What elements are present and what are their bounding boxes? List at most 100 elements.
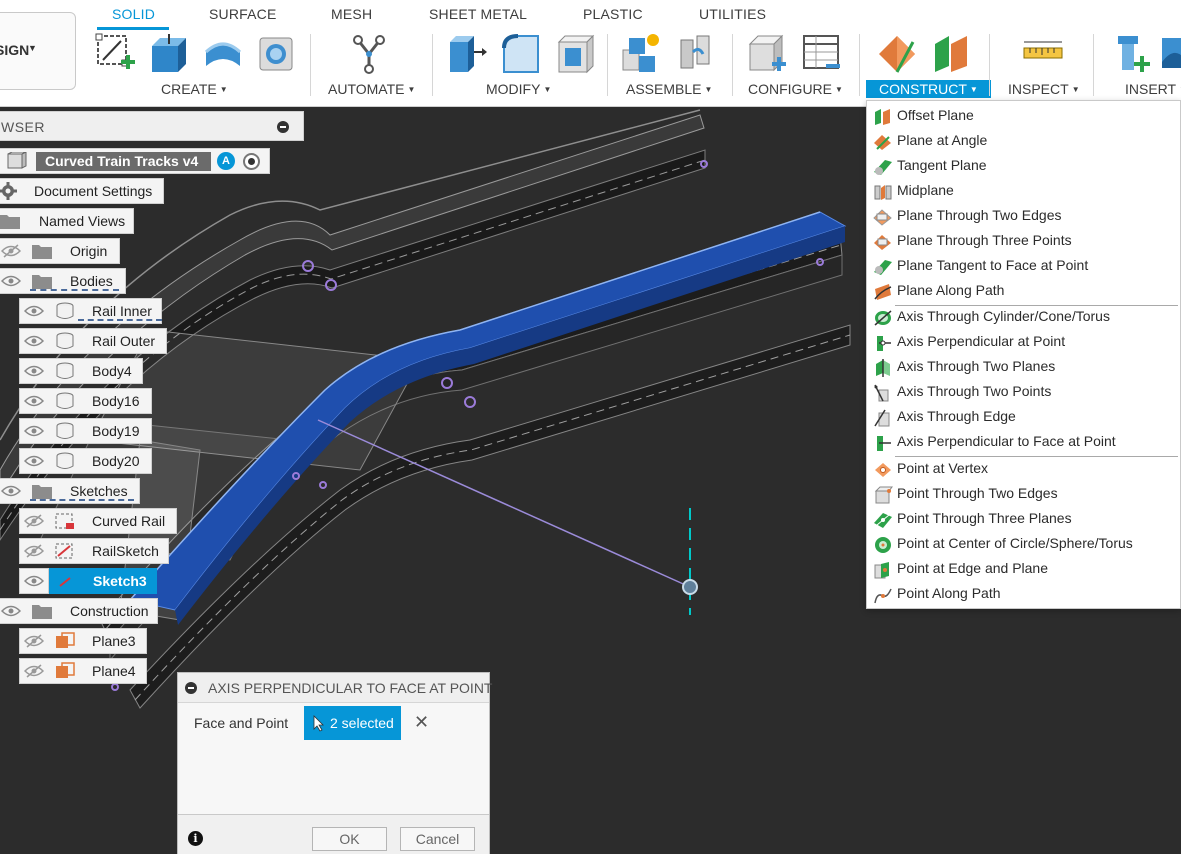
- fillet-icon[interactable]: [500, 32, 542, 74]
- eye-icon[interactable]: [24, 394, 44, 408]
- eye-hidden-icon[interactable]: [24, 634, 44, 648]
- insert-image-icon[interactable]: [1160, 32, 1181, 74]
- eye-hidden-icon[interactable]: [24, 514, 44, 528]
- automate-icon[interactable]: [348, 32, 390, 74]
- menu-item-axis-through-edge[interactable]: Axis Through Edge: [867, 405, 1180, 430]
- menu-item-point-at-center[interactable]: Point at Center of Circle/Sphere/Torus: [867, 532, 1180, 557]
- browser-node-construction[interactable]: Construction: [0, 598, 158, 624]
- menu-item-axis-through-two-points[interactable]: Axis Through Two Points: [867, 380, 1180, 405]
- eye-icon[interactable]: [24, 334, 44, 348]
- menu-item-point-at-edge-and-plane[interactable]: Point at Edge and Plane: [867, 557, 1180, 582]
- tab-sheet-metal[interactable]: SHEET METAL: [429, 6, 527, 22]
- browser-node-sketch3-eye-cell[interactable]: [19, 568, 49, 594]
- browser-node-bodies[interactable]: Bodies: [0, 268, 126, 294]
- activate-radio[interactable]: [243, 153, 260, 170]
- browser-node-rail-inner[interactable]: Rail Inner: [19, 298, 162, 324]
- menu-item-offset-plane[interactable]: Offset Plane: [867, 104, 1180, 129]
- construct-menu-button[interactable]: CONSTRUCT ▼: [866, 80, 991, 98]
- menu-item-plane-tangent-to-face-at-point[interactable]: Plane Tangent to Face at Point: [867, 254, 1180, 279]
- eye-icon[interactable]: [24, 304, 44, 318]
- menu-item-axis-through-two-planes[interactable]: Axis Through Two Planes: [867, 355, 1180, 380]
- divider: [732, 34, 733, 96]
- eye-icon[interactable]: [24, 574, 44, 588]
- eye-hidden-icon[interactable]: [1, 244, 21, 258]
- eye-icon[interactable]: [1, 274, 21, 288]
- menu-item-axis-through-cylinder[interactable]: Axis Through Cylinder/Cone/Torus: [867, 305, 1180, 330]
- menu-item-plane-through-three-points[interactable]: Plane Through Three Points: [867, 229, 1180, 254]
- press-pull-icon[interactable]: [446, 32, 488, 74]
- eye-icon[interactable]: [24, 424, 44, 438]
- ok-button[interactable]: OK: [312, 827, 387, 851]
- inspect-menu[interactable]: INSPECT ▼: [1008, 81, 1080, 97]
- menu-item-axis-perpendicular-at-point[interactable]: Axis Perpendicular at Point: [867, 330, 1180, 355]
- eye-hidden-icon[interactable]: [24, 664, 44, 678]
- menu-item-point-through-two-edges[interactable]: Point Through Two Edges: [867, 482, 1180, 507]
- revolve-icon[interactable]: [202, 32, 244, 74]
- insert-menu[interactable]: INSERT▼: [1125, 81, 1181, 97]
- measure-icon[interactable]: [1022, 32, 1064, 74]
- browser-node-body19[interactable]: Body19: [19, 418, 152, 444]
- shell-icon[interactable]: [555, 32, 597, 74]
- browser-root-component[interactable]: Curved Train Tracks v4 A: [0, 148, 270, 174]
- eye-icon[interactable]: [1, 604, 21, 618]
- configure-menu[interactable]: CONFIGURE ▼: [748, 81, 843, 97]
- browser-node-sketches[interactable]: Sketches: [0, 478, 140, 504]
- browser-node-named-views[interactable]: Named Views: [0, 208, 134, 234]
- menu-item-midplane[interactable]: Midplane: [867, 179, 1180, 204]
- plane-icon: [56, 632, 75, 648]
- browser-node-document-settings[interactable]: Document Settings: [0, 178, 164, 204]
- configure-icon[interactable]: [746, 32, 788, 74]
- browser-node-curved-rail[interactable]: Curved Rail: [19, 508, 177, 534]
- body-icon: [56, 362, 74, 379]
- menu-item-point-at-vertex[interactable]: Point at Vertex: [867, 457, 1180, 482]
- menu-item-point-through-three-planes[interactable]: Point Through Three Planes: [867, 507, 1180, 532]
- tab-mesh[interactable]: MESH: [331, 6, 372, 22]
- browser-node-rail-outer[interactable]: Rail Outer: [19, 328, 167, 354]
- axis-edge-icon: [874, 409, 890, 427]
- menu-item-plane-along-path[interactable]: Plane Along Path: [867, 279, 1180, 304]
- selected-point[interactable]: [682, 579, 698, 595]
- hole-icon[interactable]: [256, 32, 298, 74]
- create-menu[interactable]: CREATE ▼: [161, 81, 228, 97]
- browser-node-body4[interactable]: Body4: [19, 358, 143, 384]
- menu-item-point-along-path[interactable]: Point Along Path: [867, 582, 1180, 607]
- construct-plane-icon[interactable]: [931, 32, 973, 74]
- menu-item-axis-perpendicular-to-face-at-point[interactable]: Axis Perpendicular to Face at Point: [867, 430, 1180, 455]
- eye-hidden-icon[interactable]: [24, 544, 44, 558]
- assemble-menu[interactable]: ASSEMBLE ▼: [626, 81, 712, 97]
- tab-solid[interactable]: SOLID: [112, 6, 155, 22]
- face-and-point-selection-button[interactable]: 2 selected: [304, 706, 401, 740]
- tab-surface[interactable]: SURFACE: [209, 6, 277, 22]
- insert-mcmaster-icon[interactable]: [1112, 32, 1154, 74]
- extrude-icon[interactable]: [148, 32, 190, 74]
- configuration-table-icon[interactable]: [800, 32, 842, 74]
- menu-item-tangent-plane[interactable]: Tangent Plane: [867, 154, 1180, 179]
- new-component-icon[interactable]: [621, 32, 663, 74]
- node-label: Body16: [92, 393, 140, 409]
- eye-icon[interactable]: [24, 454, 44, 468]
- menu-item-plane-at-angle[interactable]: Plane at Angle: [867, 129, 1180, 154]
- eye-icon[interactable]: [1, 484, 21, 498]
- clear-selection-icon[interactable]: ✕: [414, 712, 429, 733]
- collapse-icon[interactable]: [185, 682, 197, 694]
- menu-item-plane-through-two-edges[interactable]: Plane Through Two Edges: [867, 204, 1180, 229]
- automate-menu[interactable]: AUTOMATE ▼: [328, 81, 415, 97]
- browser-node-origin[interactable]: Origin: [0, 238, 120, 264]
- browser-node-body16[interactable]: Body16: [19, 388, 152, 414]
- offset-plane-icon[interactable]: [877, 32, 919, 74]
- browser-node-railsketch[interactable]: RailSketch: [19, 538, 169, 564]
- tab-plastic[interactable]: PLASTIC: [583, 6, 643, 22]
- browser-node-plane4[interactable]: Plane4: [19, 658, 147, 684]
- browser-node-sketch3[interactable]: Sketch3: [49, 568, 157, 594]
- tab-utilities[interactable]: UTILITIES: [699, 6, 766, 22]
- collapse-icon[interactable]: [277, 121, 289, 133]
- info-icon[interactable]: i: [188, 831, 203, 846]
- eye-icon[interactable]: [24, 364, 44, 378]
- browser-node-plane3[interactable]: Plane3: [19, 628, 147, 654]
- create-sketch-icon[interactable]: [95, 32, 137, 74]
- modify-menu[interactable]: MODIFY ▼: [486, 81, 551, 97]
- joint-icon[interactable]: [675, 32, 717, 74]
- cancel-button[interactable]: Cancel: [400, 827, 475, 851]
- workspace-switcher[interactable]: SIGN ▼: [0, 12, 76, 90]
- browser-node-body20[interactable]: Body20: [19, 448, 152, 474]
